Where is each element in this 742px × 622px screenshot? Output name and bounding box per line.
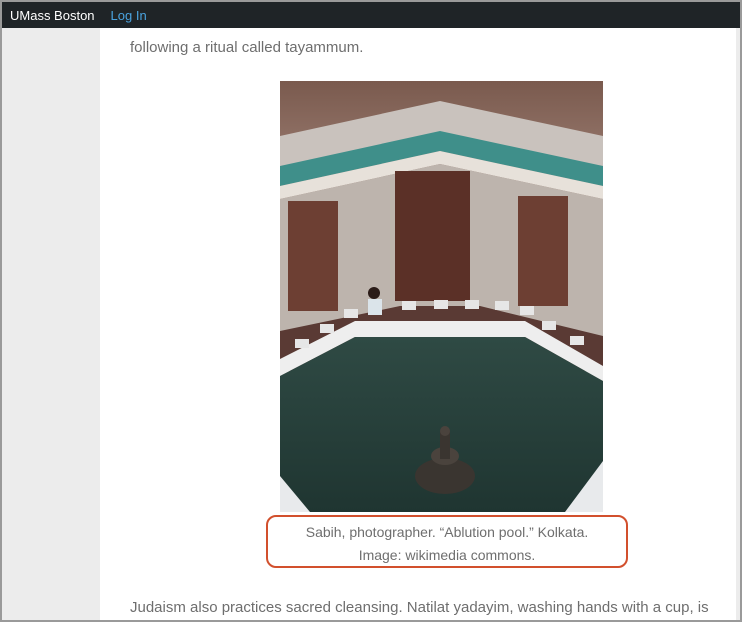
site-brand[interactable]: UMass Boston — [10, 8, 95, 23]
login-link[interactable]: Log In — [111, 8, 147, 23]
left-sidebar — [2, 28, 100, 620]
ablution-pool-image — [280, 81, 603, 512]
ablution-pool-photo — [280, 81, 603, 512]
top-navigation-bar: UMass Boston Log In — [2, 2, 740, 28]
paragraph-tayammum: following a ritual called tayammum. — [130, 39, 364, 56]
caption-credit: Sabih, photographer. “Ablution pool.” Ko… — [305, 524, 589, 540]
caption-source: Image: wikimedia commons. — [358, 547, 536, 563]
right-sidebar — [736, 28, 740, 620]
browser-frame: UMass Boston Log In ​ following a ritual… — [0, 0, 742, 622]
paragraph-judaism: Judaism also practices sacred cleansing.… — [130, 599, 709, 616]
article-content: ​ following a ritual called tayammum. — [100, 28, 736, 620]
photo-caption: Sabih, photographer. “Ablution pool.” Ko… — [266, 515, 628, 568]
